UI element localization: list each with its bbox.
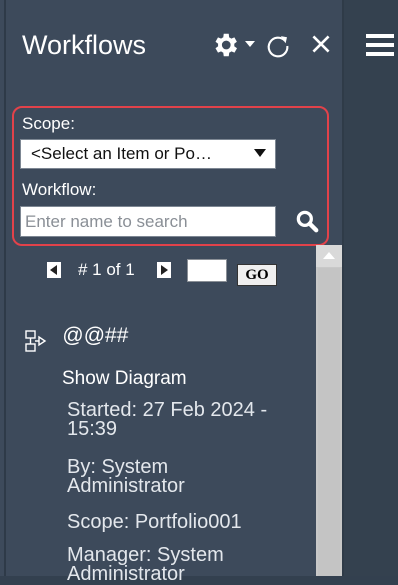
arrow-up-icon: [323, 252, 335, 259]
workflow-icon: [25, 330, 47, 352]
manager-line2: Administrator: [67, 563, 185, 585]
hamburger-menu-icon[interactable]: [366, 33, 394, 57]
right-rail: [342, 0, 398, 576]
scope-select[interactable]: <Select an Item or Po…: [20, 139, 276, 169]
go-button[interactable]: GO: [237, 264, 277, 286]
arrow-left-icon: [50, 265, 57, 275]
started-time: 15:39: [67, 418, 118, 440]
panel-title: Workflows: [22, 30, 147, 60]
scope-label: Scope:: [22, 114, 75, 133]
chevron-down-icon[interactable]: [244, 38, 256, 50]
workflow-search-input[interactable]: [20, 206, 276, 237]
gear-icon[interactable]: [210, 30, 240, 60]
arrow-right-icon: [161, 265, 168, 275]
workflow-started-by: By: System Administrator: [67, 457, 317, 497]
workflow-started: Started: 27 Feb 2024 - 15:39: [67, 400, 317, 440]
workflow-manager: Manager: System Administrator: [67, 545, 317, 585]
started-by-line2: Administrator: [67, 475, 185, 497]
workflow-label: Workflow:: [22, 180, 97, 199]
next-page-button[interactable]: [157, 262, 171, 278]
scrollbar-thumb[interactable]: [318, 268, 340, 576]
rail-separator: [342, 0, 344, 576]
panel-border: [4, 0, 6, 576]
chevron-down-icon[interactable]: [254, 149, 266, 157]
workflow-name[interactable]: @@##: [62, 324, 128, 348]
page-number-input[interactable]: [187, 259, 227, 282]
previous-page-button[interactable]: [47, 262, 61, 278]
scope-select-value: <Select an Item or Po…: [31, 144, 212, 163]
show-diagram-link[interactable]: Show Diagram: [62, 368, 187, 390]
close-icon[interactable]: [308, 31, 334, 57]
refresh-icon[interactable]: [264, 32, 292, 60]
search-icon[interactable]: [294, 208, 320, 234]
scroll-up-button[interactable]: [316, 245, 342, 267]
page-status: # 1 of 1: [78, 260, 135, 279]
workflow-scope: Scope: Portfolio001: [67, 511, 242, 533]
